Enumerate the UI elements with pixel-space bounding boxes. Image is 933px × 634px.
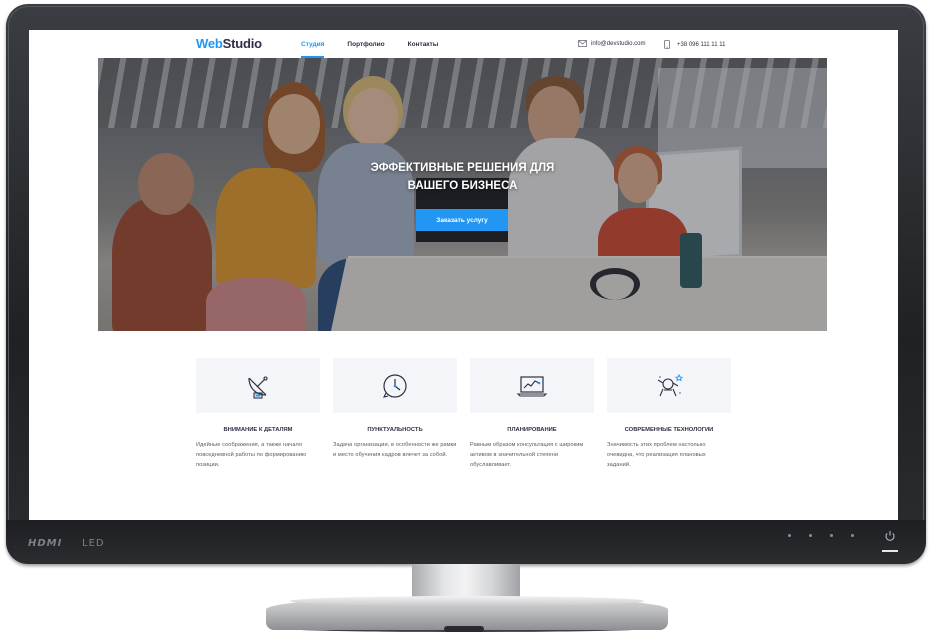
email-text: info@devstudio.com bbox=[591, 40, 646, 47]
main-nav: Студия Портфолио Контакты bbox=[301, 30, 461, 58]
site-logo[interactable]: WebStudio bbox=[196, 36, 262, 51]
led-label: LED bbox=[82, 538, 105, 549]
feature-text: Равным образом консультация с широким ак… bbox=[470, 442, 584, 469]
logo-rest: Studio bbox=[222, 36, 262, 51]
nav-item-studio[interactable]: Студия bbox=[301, 30, 325, 58]
monitor-chin bbox=[6, 520, 926, 564]
header-phone[interactable]: +38 096 111 11 11 bbox=[664, 40, 725, 49]
hero-title-line: ЭФФЕКТИВНЫЕ РЕШЕНИЯ ДЛЯ bbox=[370, 162, 555, 174]
laptop-chart-icon bbox=[516, 375, 548, 397]
monitor-base-top bbox=[290, 596, 644, 606]
logo-accent: Web bbox=[196, 36, 223, 51]
monitor-button-dot[interactable] bbox=[851, 534, 854, 537]
feature-icon-box bbox=[333, 358, 457, 413]
feature-card: ПУНКТУАЛЬНОСТЬ Задача организации, в осо… bbox=[333, 358, 457, 471]
hero-title-line: ВАШЕГО БИЗНЕСА bbox=[407, 180, 518, 192]
features-row: ВНИМАНИЕ К ДЕТАЛЯМ Идейные соображения, … bbox=[196, 358, 731, 471]
feature-card: СОВРЕМЕННЫЕ ТЕХНОЛОГИИ Значимость этих п… bbox=[607, 358, 731, 471]
power-indicator bbox=[882, 550, 898, 552]
feature-icon-box bbox=[196, 358, 320, 413]
monitor-button-dot[interactable] bbox=[809, 534, 812, 537]
feature-text: Значимость этих проблем настолько очевид… bbox=[607, 442, 706, 469]
header-email[interactable]: info@devstudio.com bbox=[578, 40, 645, 47]
monitor-button-dot[interactable] bbox=[830, 534, 833, 537]
hdmi-label: HDMI bbox=[28, 538, 63, 549]
feature-text: Задача организации, в особенности же рам… bbox=[333, 442, 457, 459]
order-service-button[interactable]: Заказать услугу bbox=[416, 209, 508, 231]
screen: WebStudio Студия Портфолио Контакты info… bbox=[29, 30, 898, 520]
feature-card: ВНИМАНИЕ К ДЕТАЛЯМ Идейные соображения, … bbox=[196, 358, 320, 471]
monitor-buttons bbox=[788, 534, 854, 537]
monitor-button-dot[interactable] bbox=[788, 534, 791, 537]
hero-banner: ЭФФЕКТИВНЫЕ РЕШЕНИЯ ДЛЯ ВАШЕГО БИЗНЕСА З… bbox=[98, 58, 827, 331]
monitor-base-foot bbox=[444, 626, 484, 632]
nav-item-portfolio[interactable]: Портфолио bbox=[347, 30, 384, 58]
envelope-icon bbox=[578, 40, 587, 47]
feature-text: Идейные соображения, а также начало повс… bbox=[196, 442, 307, 469]
site-header: WebStudio Студия Портфолио Контакты info… bbox=[29, 30, 898, 58]
astronaut-icon bbox=[657, 373, 684, 396]
clock-icon bbox=[382, 373, 407, 398]
feature-card: ПЛАНИРОВАНИЕ Равным образом консультация… bbox=[470, 358, 594, 471]
phone-text: +38 096 111 11 11 bbox=[677, 41, 726, 48]
feature-title: ВНИМАНИЕ К ДЕТАЛЯМ bbox=[223, 427, 293, 433]
hero-title: ЭФФЕКТИВНЫЕ РЕШЕНИЯ ДЛЯ ВАШЕГО БИЗНЕСА bbox=[98, 159, 827, 195]
nav-item-contacts[interactable]: Контакты bbox=[408, 30, 439, 58]
phone-icon bbox=[664, 40, 670, 49]
satellite-dish-icon bbox=[248, 375, 268, 399]
monitor-neck bbox=[412, 564, 520, 600]
feature-icon-box bbox=[607, 358, 731, 413]
feature-title: ПУНКТУАЛЬНОСТЬ bbox=[367, 427, 423, 433]
feature-icon-box bbox=[470, 358, 594, 413]
feature-title: СОВРЕМЕННЫЕ ТЕХНОЛОГИИ bbox=[624, 427, 714, 433]
feature-title: ПЛАНИРОВАНИЕ bbox=[507, 427, 557, 433]
power-icon[interactable] bbox=[884, 530, 896, 542]
